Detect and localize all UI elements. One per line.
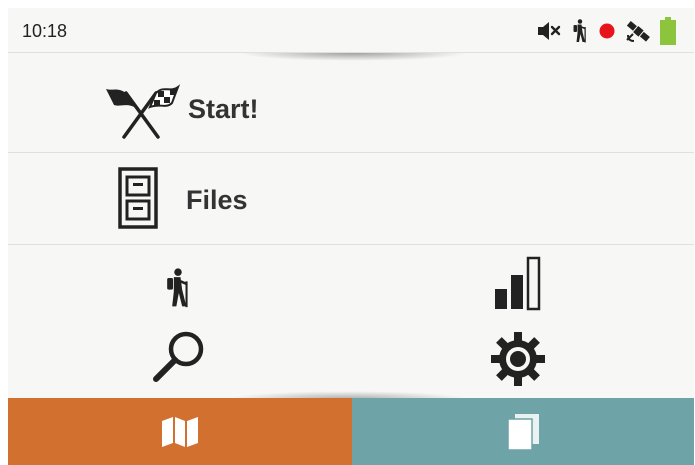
record-dot-icon: [599, 23, 615, 39]
search-button[interactable]: [148, 328, 210, 386]
start-label: Start!: [188, 94, 259, 124]
start-menu-item[interactable]: Start!: [8, 61, 694, 153]
mute-icon: [538, 22, 561, 40]
status-time: 10:18: [22, 21, 68, 41]
satellite-icon: [626, 20, 650, 42]
battery-icon: [660, 17, 676, 45]
hiker-icon: [573, 19, 586, 43]
signal-bars-icon: [495, 256, 541, 311]
gear-icon: [491, 332, 545, 386]
device-screen: 10:18 Start! Files: [8, 8, 694, 465]
file-cabinet-icon: [118, 167, 158, 229]
pages-icon: [507, 413, 539, 451]
status-icons: [536, 17, 676, 45]
statistics-button[interactable]: [486, 254, 550, 312]
files-label: Files: [186, 185, 248, 215]
settings-button[interactable]: [486, 330, 550, 388]
hiking-button[interactable]: [148, 260, 208, 316]
status-bar-shadow: [238, 53, 468, 61]
status-bar: 10:18: [8, 8, 694, 53]
map-button[interactable]: [8, 398, 352, 465]
map-icon: [162, 416, 198, 447]
hiker-icon: [167, 268, 188, 308]
files-menu-item[interactable]: Files: [8, 153, 694, 245]
checkered-flags-icon: [106, 84, 180, 139]
pages-button[interactable]: [352, 398, 694, 465]
search-icon: [153, 331, 204, 382]
